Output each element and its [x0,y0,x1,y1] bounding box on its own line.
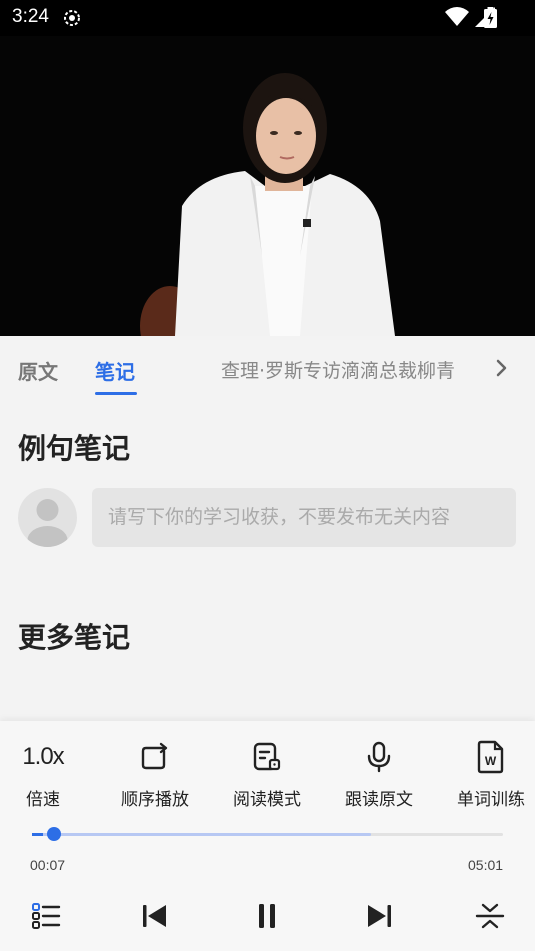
progress-thumb[interactable] [46,827,61,841]
note-input[interactable]: 请写下你的学习收获，不要发布无关内容 [92,488,516,547]
played-bar [32,833,43,836]
follow-read-label: 跟读原文 [345,790,413,810]
playlist-button[interactable] [28,898,64,934]
speed-label: 倍速 [26,790,60,810]
svg-text:W: W [485,754,497,768]
microphone-icon [367,741,391,773]
collapse-button[interactable] [472,898,508,934]
current-time: 00:07 [30,857,66,873]
word-document-icon: W [477,740,504,774]
status-time: 3:24 [12,6,49,27]
previous-button[interactable] [136,898,172,934]
wifi-icon [445,7,469,27]
active-tab-indicator [95,392,137,395]
example-notes-heading: 例句笔记 [18,432,131,465]
chevron-right-icon[interactable] [494,359,508,377]
play-order-label: 顺序播放 [121,790,189,810]
skip-next-icon [368,905,391,927]
follow-read-button[interactable]: 跟读原文 [329,739,429,810]
content-tabs: 原文 笔记 查理·罗斯专访滴滴总裁柳青 [0,336,535,398]
pause-icon [259,904,275,928]
lesson-title[interactable]: 查理·罗斯专访滴滴总裁柳青 [221,356,455,383]
word-training-button[interactable]: W 单词训练 [441,739,535,810]
playlist-icon [32,903,61,929]
more-notes-heading: 更多笔记 [18,621,131,654]
speed-button[interactable]: 1.0x 倍速 [0,739,93,810]
video-player[interactable] [0,36,535,336]
battery-icon [484,7,497,28]
tab-original[interactable]: 原文 [18,356,58,385]
user-icon [27,499,68,547]
reading-mode-icon [253,742,281,771]
speed-value: 1.0x [22,743,64,770]
buffered-bar [32,833,372,836]
status-bar: 3:24 [0,0,535,36]
pause-button[interactable] [249,898,285,934]
reading-mode-label: 阅读模式 [233,790,301,810]
word-training-label: 单词训练 [457,790,525,810]
skip-previous-icon [143,905,166,927]
settings-notification-icon [64,10,80,26]
video-frame [0,36,535,336]
play-order-button[interactable]: 顺序播放 [105,739,205,810]
reading-mode-button[interactable]: 阅读模式 [217,739,317,810]
next-button[interactable] [362,898,398,934]
total-time: 05:01 [468,857,504,873]
tab-notes[interactable]: 笔记 [95,356,135,385]
avatar [18,488,77,547]
progress-track[interactable] [32,833,503,836]
collapse-icon [475,903,505,929]
repeat-icon [141,742,168,770]
